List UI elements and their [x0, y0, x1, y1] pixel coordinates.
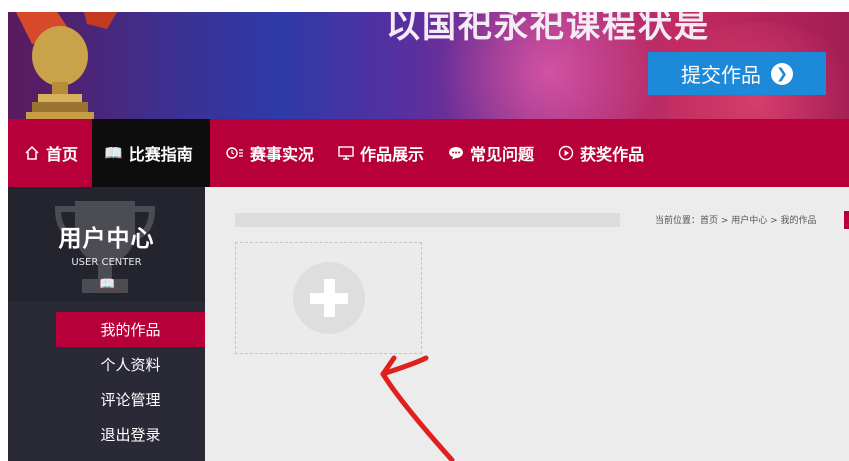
nav-item-showcase[interactable]: 作品展示 — [326, 119, 436, 187]
trophy-image — [16, 12, 118, 119]
nav-item-label: 常见问题 — [470, 145, 535, 164]
sidebar-item-comments[interactable]: 评论管理 — [8, 382, 205, 417]
sidebar-menu: 我的作品 个人资料 评论管理 退出登录 — [8, 312, 205, 452]
play-circle-icon — [558, 145, 574, 161]
chat-bubble-icon — [449, 147, 464, 160]
sidebar-item-logout[interactable]: 退出登录 — [8, 417, 205, 452]
monitor-icon — [338, 146, 354, 160]
nav-item-label: 作品展示 — [360, 145, 425, 164]
content-title-bar — [235, 213, 620, 227]
breadcrumb: 当前位置：首页 > 用户中心 > 我的作品 — [655, 216, 817, 226]
submit-work-button[interactable]: 提交作品 ❯ — [648, 52, 826, 95]
sidebar-item-my-works[interactable]: 我的作品 — [56, 312, 205, 347]
user-center-subtitle: USER CENTER — [71, 257, 142, 268]
book-icon: 📖 — [104, 144, 123, 162]
book-icon: 📖 — [99, 277, 116, 292]
sidebar-item-label: 个人资料 — [100, 356, 161, 374]
header-banner: 以国祀永祀课程状是 提交作品 ❯ — [8, 12, 849, 119]
chevron-right-circle-icon: ❯ — [771, 62, 793, 85]
sidebar-item-label: 退出登录 — [100, 426, 161, 444]
nav-item-label: 获奖作品 — [580, 145, 645, 164]
tab-marker — [844, 211, 849, 229]
sidebar-item-label: 我的作品 — [100, 321, 161, 339]
nav-item-awards[interactable]: 获奖作品 — [546, 119, 656, 187]
page: 以国祀永祀课程状是 提交作品 ❯ 首页 📖 比赛指南 赛事实况 作品展示 常见问… — [0, 0, 849, 461]
user-center-title: 用户中心 — [58, 226, 155, 252]
home-icon — [25, 145, 39, 160]
clock-list-icon — [226, 147, 244, 159]
nav-item-live[interactable]: 赛事实况 — [210, 119, 326, 187]
sidebar-item-profile[interactable]: 个人资料 — [8, 347, 205, 382]
nav-item-label: 比赛指南 — [128, 145, 193, 164]
submit-work-label: 提交作品 — [681, 63, 761, 87]
sidebar-item-label: 评论管理 — [100, 391, 161, 409]
nav-item-home[interactable]: 首页 — [8, 119, 92, 187]
nav-item-faq[interactable]: 常见问题 — [436, 119, 546, 187]
nav-item-label: 首页 — [46, 145, 79, 164]
nav-item-guide[interactable]: 📖 比赛指南 — [92, 119, 211, 187]
plus-icon — [293, 262, 365, 334]
nav-item-label: 赛事实况 — [250, 145, 315, 164]
banner-title: 以国祀永祀课程状是 — [386, 12, 710, 46]
user-sidebar: 用户中心 USER CENTER 📖 我的作品 个人资料 评论管理 退出登录 — [8, 187, 205, 461]
user-center-header: 用户中心 USER CENTER 📖 — [8, 187, 205, 302]
main-content: 当前位置：首页 > 用户中心 > 我的作品 — [205, 187, 849, 461]
add-work-button[interactable] — [235, 242, 422, 354]
main-nav: 首页 📖 比赛指南 赛事实况 作品展示 常见问题 获奖作品 — [8, 119, 849, 187]
